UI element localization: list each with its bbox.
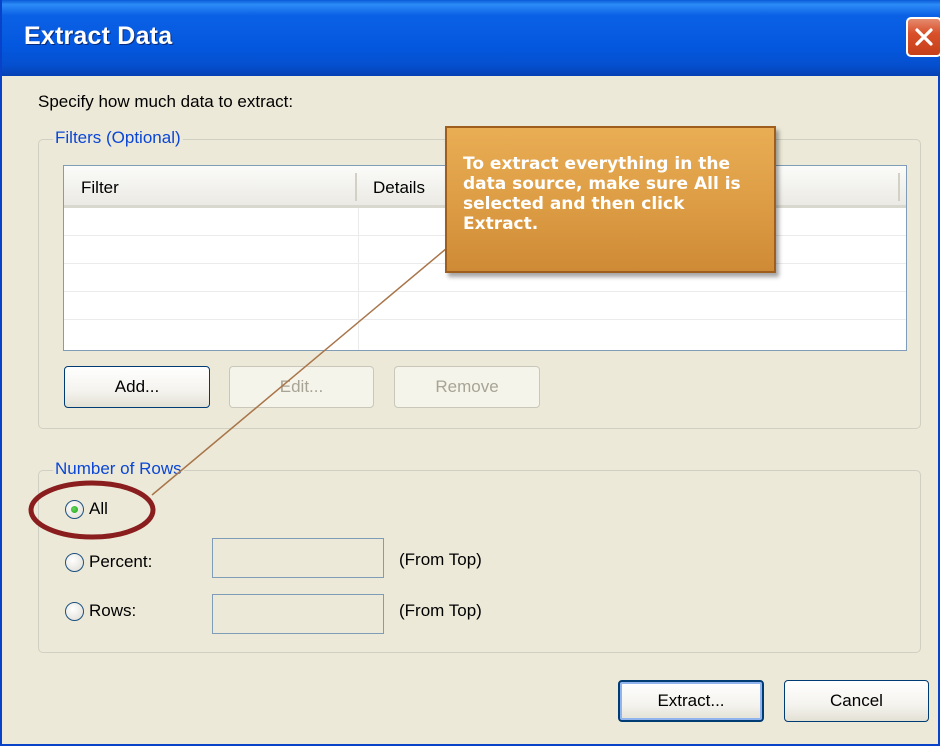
extract-button[interactable]: Extract... <box>618 680 764 722</box>
table-row[interactable] <box>64 319 906 320</box>
percent-input[interactable] <box>212 538 384 578</box>
edit-filter-button[interactable]: Edit... <box>229 366 374 408</box>
window-title: Extract Data <box>24 22 173 50</box>
edit-filter-label: Edit... <box>279 377 324 396</box>
column-divider[interactable] <box>898 173 900 201</box>
add-filter-button[interactable]: Add... <box>64 366 210 408</box>
extract-data-dialog: Extract Data Specify how much data to ex… <box>0 0 940 746</box>
radio-button-rows[interactable] <box>65 602 84 621</box>
radio-button-all[interactable] <box>65 500 84 519</box>
close-button[interactable] <box>906 17 940 57</box>
callout-text: To extract everything in the data source… <box>463 154 741 234</box>
title-bar[interactable]: Extract Data <box>2 0 940 76</box>
add-filter-label: Add... <box>114 377 160 396</box>
column-header-filter[interactable]: Filter <box>81 178 119 198</box>
radio-button-percent[interactable] <box>65 553 84 572</box>
radio-label-rows[interactable]: Rows: <box>89 601 136 621</box>
radio-label-percent[interactable]: Percent: <box>89 552 152 572</box>
column-gridline <box>358 208 359 350</box>
radio-rows[interactable]: Rows: <box>65 601 185 627</box>
radio-percent[interactable]: Percent: <box>65 552 195 578</box>
radio-label-all[interactable]: All <box>89 499 108 519</box>
table-row[interactable] <box>64 291 906 292</box>
extract-button-label: Extract... <box>657 691 725 710</box>
percent-suffix: (From Top) <box>399 550 482 569</box>
close-icon <box>915 28 933 46</box>
filters-group-legend: Filters (Optional) <box>53 128 183 148</box>
radio-selected-dot <box>71 506 78 513</box>
radio-all[interactable]: All <box>65 499 125 525</box>
cancel-button[interactable]: Cancel <box>784 680 929 722</box>
column-divider[interactable] <box>355 173 357 201</box>
instruction-callout: To extract everything in the data source… <box>445 126 776 273</box>
instruction-text: Specify how much data to extract: <box>38 92 294 111</box>
column-header-details[interactable]: Details <box>373 178 425 198</box>
cancel-button-label: Cancel <box>830 691 883 710</box>
remove-filter-button[interactable]: Remove <box>394 366 540 408</box>
rows-suffix: (From Top) <box>399 601 482 620</box>
number-of-rows-legend: Number of Rows <box>53 459 184 479</box>
remove-filter-label: Remove <box>435 377 499 396</box>
rows-input[interactable] <box>212 594 384 634</box>
